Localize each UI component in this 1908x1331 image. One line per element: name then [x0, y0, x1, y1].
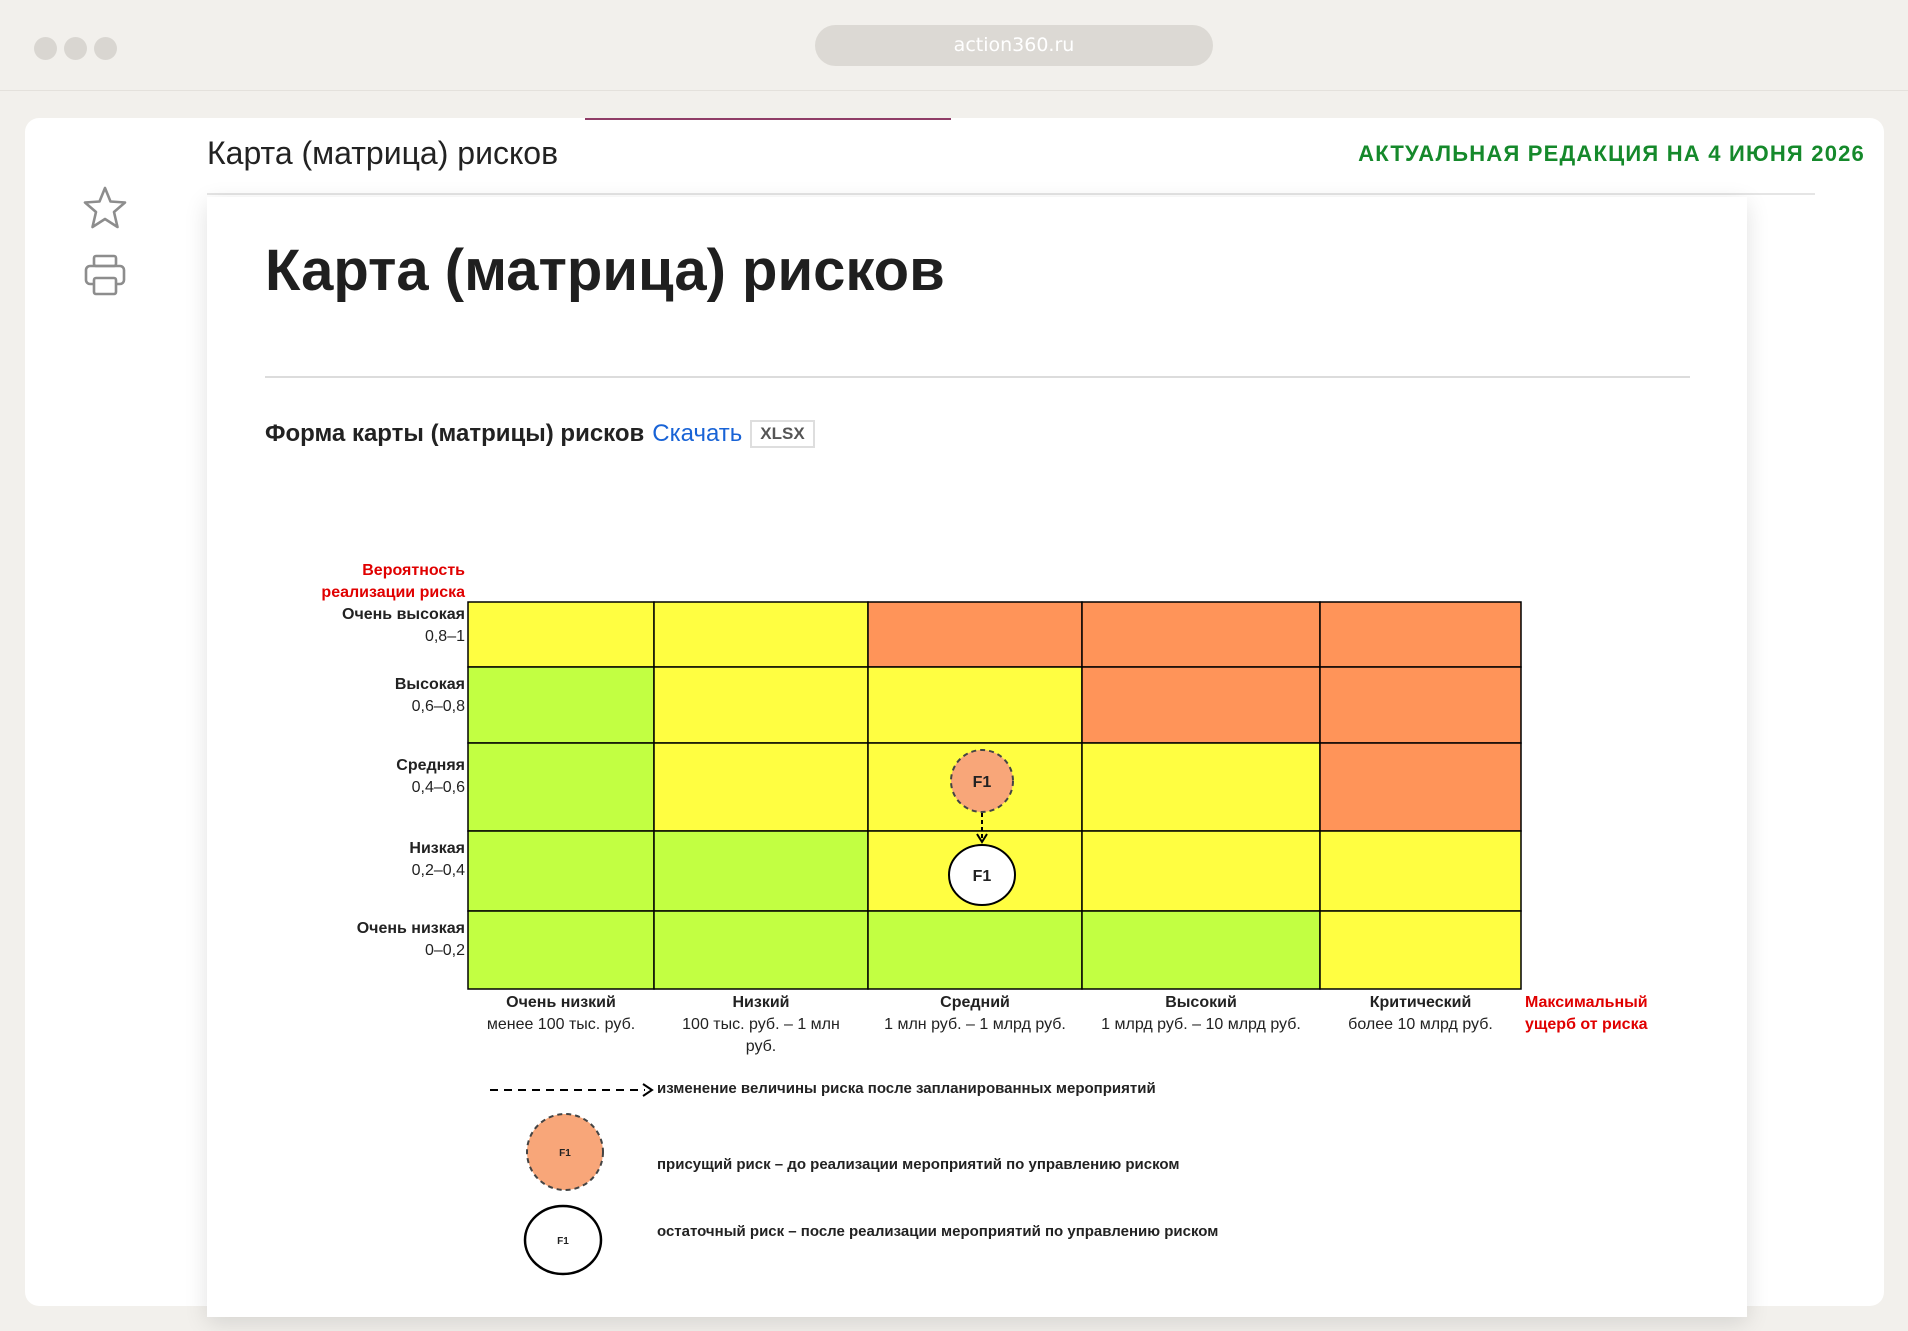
legend-arrow-text: изменение величины риска после запланиро…: [657, 1080, 1156, 1097]
legend-residual-label: F1: [557, 1236, 569, 1247]
legend-graphics: F1 F1: [490, 1083, 654, 1276]
legend-inherent-text: присущий риск – до реализации мероприяти…: [657, 1156, 1180, 1173]
legend-residual-text: остаточный риск – после реализации мероп…: [657, 1223, 1219, 1240]
risk-matrix-figure: Вероятность реализации риска Очень высок…: [0, 0, 1908, 1331]
legend-inherent-label: F1: [559, 1148, 571, 1159]
